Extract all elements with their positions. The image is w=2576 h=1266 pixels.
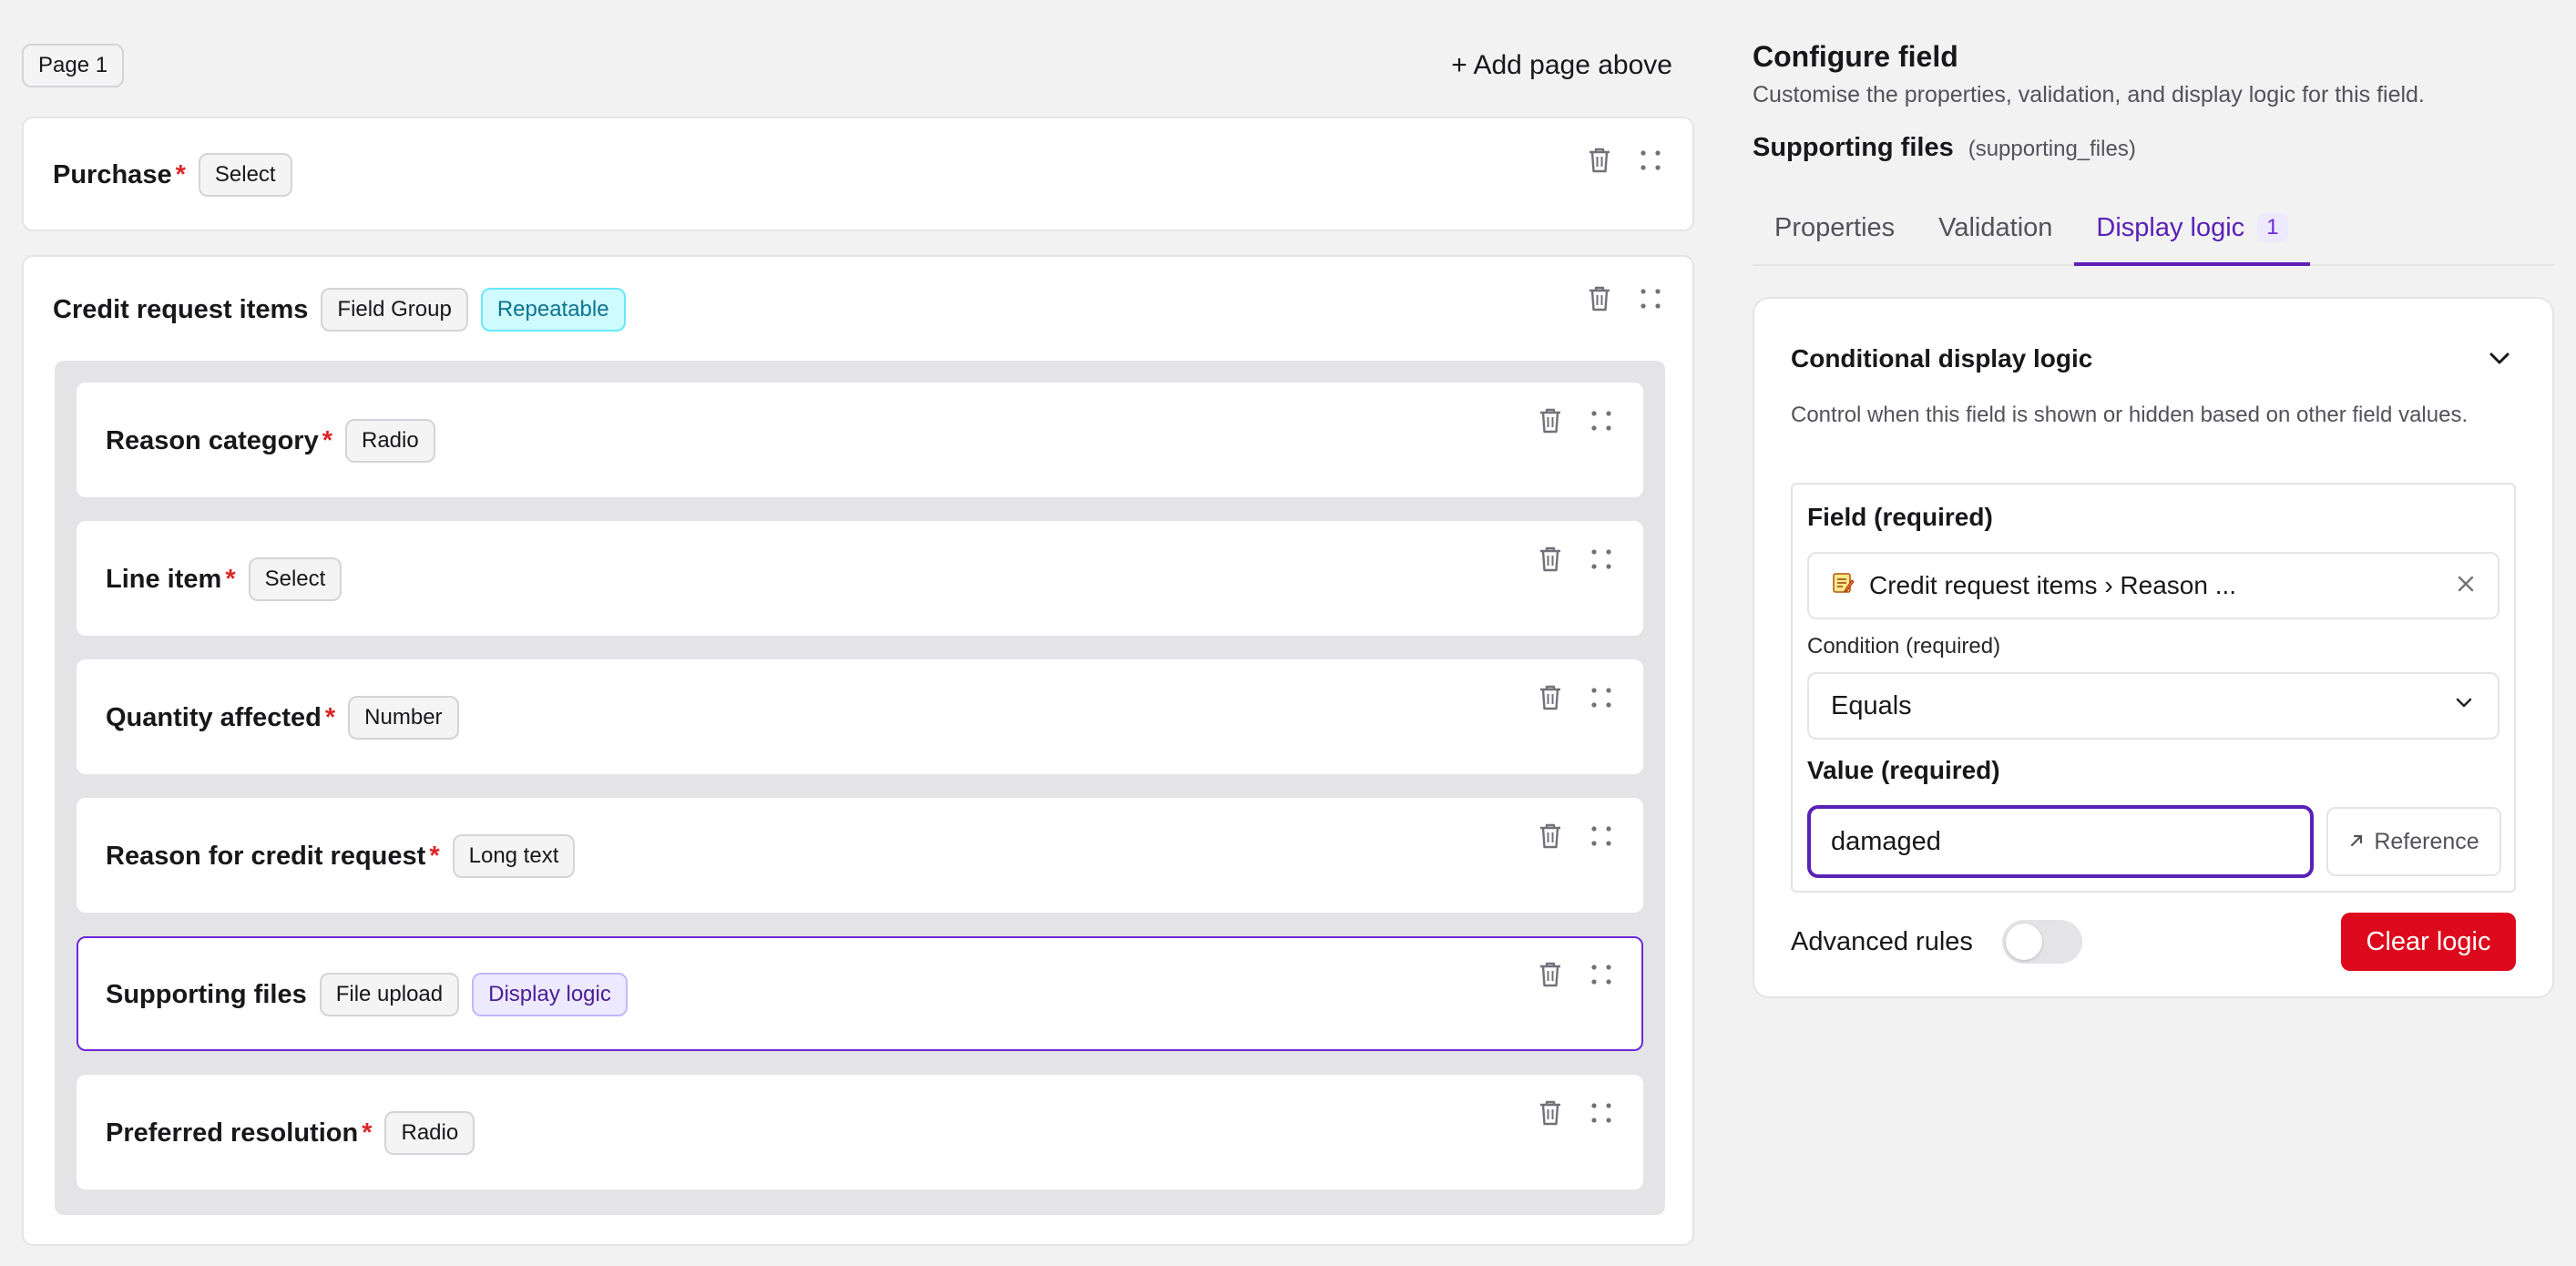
field-card-purchase[interactable]: Purchase * Select bbox=[22, 117, 1694, 231]
field-type-tag: Select bbox=[248, 557, 342, 601]
toggle-knob bbox=[2006, 924, 2042, 960]
trash-icon[interactable] bbox=[1585, 284, 1614, 313]
value-label: Value (required) bbox=[1807, 756, 2000, 784]
chevron-down-icon[interactable] bbox=[2483, 342, 2516, 375]
logic-card-description: Control when this field is shown or hidd… bbox=[1791, 403, 2469, 427]
field-name: Supporting files bbox=[106, 979, 307, 1009]
tab-label: Properties bbox=[1774, 213, 1896, 242]
drag-handle-icon[interactable] bbox=[1636, 284, 1665, 313]
logic-rule: Field (required) Credit request items › … bbox=[1791, 483, 2516, 893]
reference-button[interactable]: Reference bbox=[2326, 807, 2501, 876]
field-name: Purchase bbox=[53, 159, 172, 189]
drag-handle-icon[interactable] bbox=[1636, 146, 1665, 175]
trash-icon[interactable] bbox=[1536, 406, 1565, 435]
field-name: Line item bbox=[106, 564, 222, 594]
required-marker: * bbox=[362, 1118, 373, 1148]
field-type-tag: Select bbox=[198, 153, 292, 197]
configure-field-panel: Configure field Customise the properties… bbox=[1753, 0, 2554, 1266]
required-marker: * bbox=[429, 841, 440, 871]
drag-handle-icon[interactable] bbox=[1587, 960, 1616, 989]
trash-icon[interactable] bbox=[1536, 545, 1565, 574]
condition-select[interactable]: Equals bbox=[1807, 672, 2499, 740]
group-name: Credit request items bbox=[53, 294, 309, 324]
trash-icon[interactable] bbox=[1536, 683, 1565, 712]
field-picker-value: Credit request items › Reason ... bbox=[1869, 571, 2237, 599]
field-name: Quantity affected bbox=[106, 702, 322, 732]
field-type-tag: File upload bbox=[319, 973, 460, 1016]
drag-handle-icon[interactable] bbox=[1587, 683, 1616, 712]
logic-card-title: Conditional display logic bbox=[1791, 344, 2093, 373]
selected-field-heading: Supporting files (supporting_files) bbox=[1753, 133, 2136, 163]
group-fields-container: Reason category * Radio Line item * Sele… bbox=[55, 361, 1665, 1215]
chevron-down-icon bbox=[2452, 690, 2476, 721]
condition-value: Equals bbox=[1831, 690, 1912, 720]
page-badge[interactable]: Page 1 bbox=[22, 44, 125, 87]
field-type-tag: Long text bbox=[452, 834, 576, 878]
panel-subtitle: Customise the properties, validation, an… bbox=[1753, 82, 2425, 107]
drag-handle-icon[interactable] bbox=[1587, 1098, 1616, 1128]
selected-field-key: (supporting_files) bbox=[1968, 137, 2136, 161]
value-input[interactable] bbox=[1807, 805, 2314, 878]
field-name: Preferred resolution bbox=[106, 1118, 359, 1148]
drag-handle-icon[interactable] bbox=[1587, 406, 1616, 435]
config-tabs: Properties Validation Display logic 1 bbox=[1753, 200, 2554, 266]
panel-title: Configure field bbox=[1753, 40, 1958, 73]
selected-field-name: Supporting files bbox=[1753, 133, 1954, 162]
trash-icon[interactable] bbox=[1585, 146, 1614, 175]
tab-count-badge: 1 bbox=[2257, 213, 2288, 242]
drag-handle-icon[interactable] bbox=[1587, 545, 1616, 574]
field-card-supporting-files[interactable]: Supporting files File upload Display log… bbox=[77, 936, 1643, 1051]
tab-label: Validation bbox=[1938, 213, 2053, 242]
tab-label: Display logic bbox=[2096, 213, 2245, 242]
required-marker: * bbox=[322, 425, 332, 455]
field-type-tag: Field Group bbox=[321, 288, 468, 332]
tab-display-logic[interactable]: Display logic 1 bbox=[2074, 200, 2310, 266]
drag-handle-icon[interactable] bbox=[1587, 822, 1616, 851]
field-type-tag: Number bbox=[348, 696, 459, 740]
field-type-tag: Radio bbox=[384, 1111, 475, 1155]
field-card-reason-category[interactable]: Reason category * Radio bbox=[77, 383, 1643, 497]
repeatable-badge: Repeatable bbox=[480, 288, 626, 332]
trash-icon[interactable] bbox=[1536, 1098, 1565, 1128]
field-card-reason-for-credit-request[interactable]: Reason for credit request * Long text bbox=[77, 798, 1643, 913]
arrow-up-right-icon bbox=[2348, 829, 2365, 855]
field-card-quantity-affected[interactable]: Quantity affected * Number bbox=[77, 659, 1643, 774]
field-card-line-item[interactable]: Line item * Select bbox=[77, 521, 1643, 636]
field-name: Reason category bbox=[106, 425, 319, 455]
memo-icon bbox=[1831, 571, 1855, 601]
close-icon[interactable] bbox=[2456, 571, 2476, 600]
condition-label: Condition (required) bbox=[1807, 634, 2001, 659]
required-marker: * bbox=[225, 564, 236, 594]
clear-logic-button[interactable]: Clear logic bbox=[2341, 913, 2516, 971]
add-page-above-button[interactable]: + Add page above bbox=[1451, 44, 1672, 87]
field-label: Field (required) bbox=[1807, 503, 1993, 531]
required-marker: * bbox=[175, 159, 186, 189]
required-marker: * bbox=[324, 702, 336, 732]
tab-properties[interactable]: Properties bbox=[1753, 200, 1917, 266]
field-name: Reason for credit request bbox=[106, 841, 426, 871]
trash-icon[interactable] bbox=[1536, 960, 1565, 989]
field-picker[interactable]: Credit request items › Reason ... bbox=[1807, 552, 2499, 619]
field-type-tag: Radio bbox=[345, 419, 435, 463]
field-group-card[interactable]: Credit request items Field Group Repeata… bbox=[22, 255, 1694, 1246]
advanced-rules-toggle[interactable] bbox=[2002, 920, 2082, 964]
field-card-preferred-resolution[interactable]: Preferred resolution * Radio bbox=[77, 1075, 1643, 1189]
advanced-rules-label: Advanced rules bbox=[1791, 927, 1973, 956]
tab-validation[interactable]: Validation bbox=[1917, 200, 2074, 266]
reference-label: Reference bbox=[2374, 828, 2479, 854]
conditional-logic-card: Conditional display logic Control when t… bbox=[1753, 297, 2554, 998]
display-logic-badge: Display logic bbox=[472, 973, 628, 1016]
trash-icon[interactable] bbox=[1536, 822, 1565, 851]
